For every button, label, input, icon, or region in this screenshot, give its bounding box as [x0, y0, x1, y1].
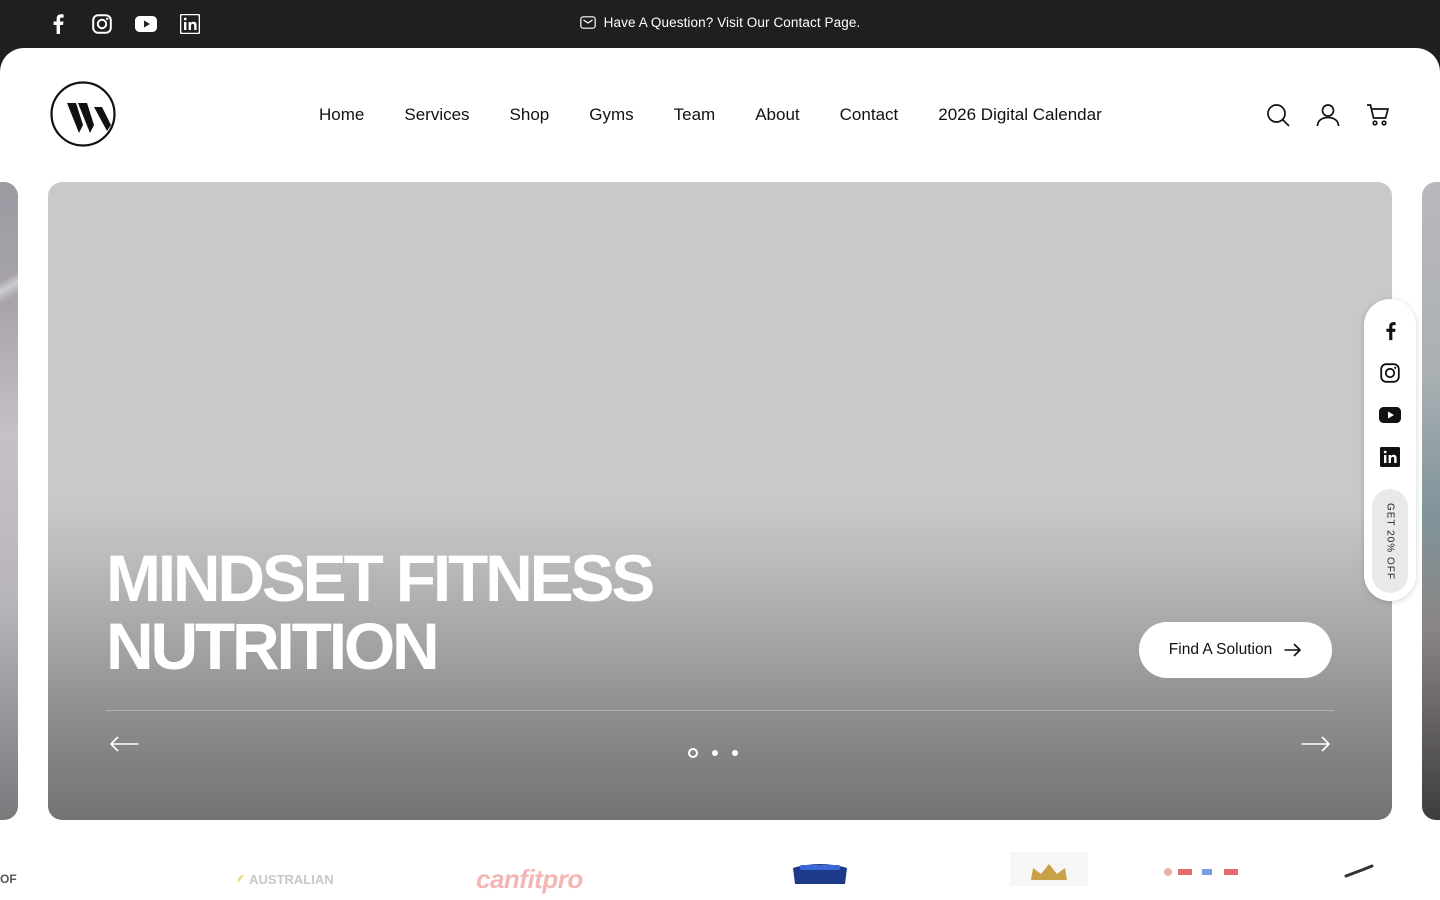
nav-team[interactable]: Team: [654, 103, 736, 127]
slider-dots: [688, 748, 738, 758]
instagram-icon[interactable]: [1378, 361, 1402, 385]
hero-title-line1: MINDSET FITNESS: [106, 541, 655, 615]
partner-logo-colored-icon: [1162, 860, 1242, 883]
find-solution-button[interactable]: Find A Solution: [1139, 622, 1332, 678]
partner-logo-australian-text: AUSTRALIAN: [249, 872, 334, 887]
partner-logo-1: OF: [0, 872, 17, 886]
mail-icon: [579, 16, 596, 29]
announcement-link[interactable]: Have A Question? Visit Our Contact Page.: [0, 15, 1440, 30]
slider-dot-2[interactable]: [712, 750, 718, 756]
search-icon[interactable]: [1266, 102, 1290, 128]
partner-logo-shield-icon: [790, 862, 850, 889]
nav-contact[interactable]: Contact: [820, 103, 919, 127]
nav-digital-calendar[interactable]: 2026 Digital Calendar: [918, 103, 1122, 127]
partner-logo-crown-icon: [1010, 852, 1088, 891]
nav-services[interactable]: Services: [384, 103, 489, 127]
slider-next-arrow-icon[interactable]: [1300, 732, 1332, 756]
partner-logo-stroke-icon: [1342, 862, 1382, 883]
account-icon[interactable]: [1316, 102, 1340, 128]
hero-title-line2: NUTRITION: [106, 609, 440, 683]
nav-shop[interactable]: Shop: [490, 103, 570, 127]
discount-promo-tab[interactable]: GET 20% OFF: [1372, 489, 1408, 593]
partner-logos-strip: OF AUSTRALIAN canfitpro: [0, 852, 1440, 900]
nav-about[interactable]: About: [735, 103, 819, 127]
youtube-icon[interactable]: [1378, 403, 1402, 427]
announcement-bar: Have A Question? Visit Our Contact Page.: [0, 0, 1440, 48]
header-actions: [1266, 102, 1390, 128]
partner-logo-mark-icon: [238, 875, 244, 883]
linkedin-icon[interactable]: [1378, 445, 1402, 469]
previous-slide-peek[interactable]: [0, 182, 18, 820]
cart-icon[interactable]: [1366, 102, 1390, 128]
floating-social-rail: GET 20% OFF: [1364, 299, 1416, 601]
nav-home[interactable]: Home: [299, 103, 384, 127]
facebook-icon[interactable]: [1378, 319, 1402, 343]
page: Home Services Shop Gyms Team About Conta…: [0, 48, 1440, 900]
arrow-right-icon: [1284, 643, 1302, 657]
announcement-text: Have A Question? Visit Our Contact Page.: [603, 15, 861, 30]
find-solution-label: Find A Solution: [1168, 641, 1273, 658]
promo-text: GET 20% OFF: [1384, 502, 1396, 580]
next-slide-peek[interactable]: [1422, 182, 1440, 820]
main-nav: Home Services Shop Gyms Team About Conta…: [299, 103, 1122, 127]
slider-dot-1[interactable]: [688, 748, 698, 758]
slider-dot-3[interactable]: [732, 750, 738, 756]
slider-prev-arrow-icon[interactable]: [108, 732, 140, 756]
brand-logo[interactable]: [50, 81, 116, 147]
hero-slide: MINDSET FITNESS NUTRITION Find A Solutio…: [48, 182, 1392, 820]
nav-gyms[interactable]: Gyms: [569, 103, 653, 127]
partner-logo-australian: AUSTRALIAN: [236, 872, 334, 887]
hero-title: MINDSET FITNESS NUTRITION: [106, 541, 655, 683]
partner-logo-canfitpro: canfitpro: [476, 864, 583, 894]
hero-divider: [106, 710, 1334, 711]
